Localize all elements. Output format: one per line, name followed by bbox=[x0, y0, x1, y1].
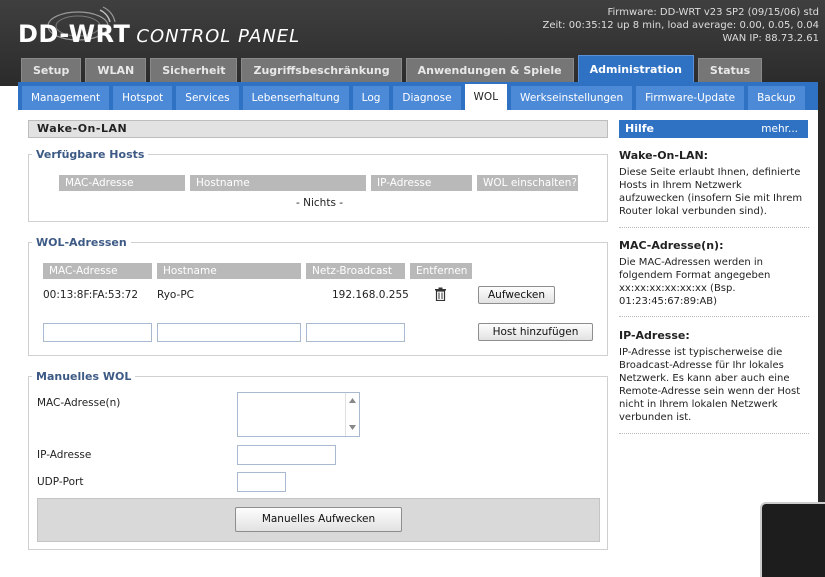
subtab-wol[interactable]: WOL bbox=[464, 84, 508, 110]
help-ip-title: IP-Adresse: bbox=[619, 329, 690, 342]
scroll-up-icon[interactable] bbox=[349, 398, 356, 403]
uptime-status: Zeit: 00:35:12 up 8 min, load average: 0… bbox=[542, 20, 819, 31]
overlapping-window[interactable] bbox=[760, 502, 825, 577]
help-mac-text: Die MAC-Adressen werden in folgendem For… bbox=[619, 257, 771, 307]
hosts-col-hostname: Hostname bbox=[190, 175, 366, 191]
help-wol-text: Diese Seite erlaubt Ihnen, definierte Ho… bbox=[619, 167, 803, 217]
help-mac-title: MAC-Adresse(n): bbox=[619, 239, 724, 252]
tab-setup[interactable]: Setup bbox=[21, 58, 82, 82]
wol-addresses-legend: WOL-Adressen bbox=[32, 236, 131, 249]
tab-zugriffsbeschraenkung[interactable]: Zugriffsbeschränkung bbox=[241, 58, 402, 82]
new-mac-input[interactable] bbox=[43, 323, 152, 342]
scroll-down-icon[interactable] bbox=[349, 425, 356, 430]
manual-udp-input[interactable] bbox=[237, 472, 286, 492]
subtab-firmware-update[interactable]: Firmware-Update bbox=[636, 86, 745, 110]
wol-col-broadcast: Netz-Broadcast bbox=[306, 263, 405, 279]
help-more-link[interactable]: mehr... bbox=[761, 120, 798, 138]
manual-ip-input[interactable] bbox=[237, 445, 336, 465]
subtab-werkseinstellungen[interactable]: Werkseinstellungen bbox=[511, 86, 633, 110]
help-wol-title: Wake-On-LAN: bbox=[619, 149, 709, 162]
manual-udp-label: UDP-Port bbox=[37, 476, 84, 488]
sub-tabs: Management Hotspot Services Lebenserhalt… bbox=[22, 84, 809, 110]
manual-mac-label: MAC-Adresse(n) bbox=[37, 397, 121, 409]
manual-mac-textarea[interactable] bbox=[237, 392, 360, 437]
help-separator bbox=[619, 316, 809, 317]
firmware-version: Firmware: DD-WRT v23 SP2 (09/15/06) std bbox=[607, 7, 820, 18]
add-host-button[interactable]: Host hinzufügen bbox=[478, 323, 593, 341]
hosts-col-mac: MAC-Adresse bbox=[59, 175, 185, 191]
page-title: Wake-On-LAN bbox=[28, 120, 608, 138]
wol-col-hostname: Hostname bbox=[157, 263, 301, 279]
subtab-lebenserhaltung[interactable]: Lebenserhaltung bbox=[242, 86, 349, 110]
textarea-scrollbar[interactable] bbox=[345, 393, 359, 436]
help-title: Hilfe bbox=[625, 122, 654, 135]
tab-anwendungen-spiele[interactable]: Anwendungen & Spiele bbox=[405, 58, 574, 82]
wol-col-remove: Entfernen bbox=[410, 263, 472, 279]
help-separator bbox=[619, 227, 809, 228]
logo: DD-WRT CONTROL PANEL bbox=[18, 20, 300, 48]
manual-ip-label: IP-Adresse bbox=[37, 449, 92, 461]
hosts-empty-text: - Nichts - bbox=[296, 197, 344, 209]
manual-wol-legend: Manuelles WOL bbox=[32, 370, 136, 383]
tab-administration[interactable]: Administration bbox=[577, 55, 694, 82]
wol-col-mac: MAC-Adresse bbox=[43, 263, 152, 279]
wake-button[interactable]: Aufwecken bbox=[478, 286, 555, 304]
help-header: Hilfe mehr... bbox=[619, 120, 808, 138]
subtab-log[interactable]: Log bbox=[352, 86, 390, 110]
wol-row-hostname: Ryo-PC bbox=[157, 289, 195, 301]
subtab-diagnose[interactable]: Diagnose bbox=[393, 86, 461, 110]
new-broadcast-input[interactable] bbox=[306, 323, 405, 342]
wan-ip: WAN IP: 88.73.2.61 bbox=[722, 33, 819, 44]
subtab-backup[interactable]: Backup bbox=[748, 86, 805, 110]
system-info: Firmware: DD-WRT v23 SP2 (09/15/06) std … bbox=[542, 6, 819, 45]
trash-icon[interactable] bbox=[434, 287, 447, 301]
tab-status[interactable]: Status bbox=[697, 58, 763, 82]
subtab-management[interactable]: Management bbox=[22, 86, 110, 110]
logo-brand: DD-WRT bbox=[18, 20, 131, 48]
available-hosts-legend: Verfügbare Hosts bbox=[32, 148, 149, 161]
new-hostname-input[interactable] bbox=[157, 323, 301, 342]
wol-row-broadcast: 192.168.0.255 bbox=[332, 289, 409, 301]
main-tabs: Setup WLAN Sicherheit Zugriffsbeschränku… bbox=[21, 55, 766, 82]
help-ip-text: IP-Adresse ist typischerweise die Broadc… bbox=[619, 347, 801, 423]
logo-subtitle: CONTROL PANEL bbox=[136, 26, 301, 47]
wol-row-mac: 00:13:8F:FA:53:72 bbox=[43, 289, 139, 301]
subtab-services[interactable]: Services bbox=[176, 86, 239, 110]
help-separator bbox=[619, 433, 809, 434]
tab-sicherheit[interactable]: Sicherheit bbox=[150, 58, 238, 82]
hosts-col-ip: IP-Adresse bbox=[371, 175, 472, 191]
hosts-col-wol: WOL einschalten? bbox=[477, 175, 578, 191]
manual-wake-button[interactable]: Manuelles Aufwecken bbox=[235, 507, 402, 532]
tab-wlan[interactable]: WLAN bbox=[85, 58, 147, 82]
subtab-hotspot[interactable]: Hotspot bbox=[113, 86, 173, 110]
